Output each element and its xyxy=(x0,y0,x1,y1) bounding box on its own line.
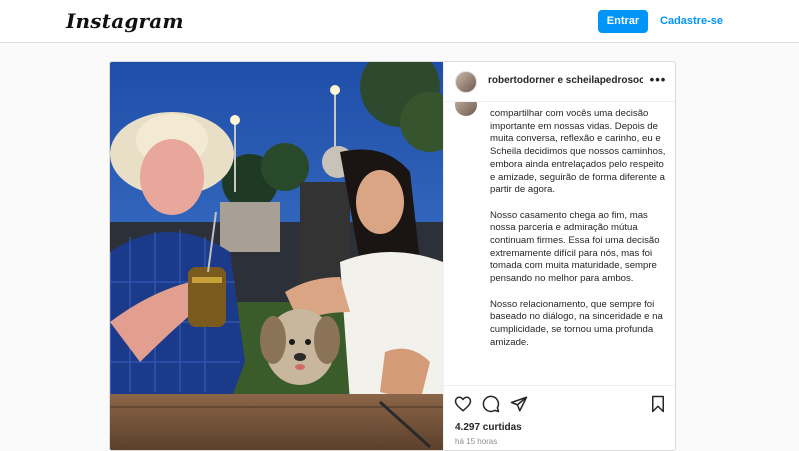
post-actions: 4.297 curtidas há 15 horas xyxy=(444,385,675,450)
caption-paragraph: Nosso casamento chega ao fim, mas nossa … xyxy=(490,209,660,285)
caption-scroll-area[interactable]: compartilhar com vocês uma decisão impor… xyxy=(444,102,675,385)
share-icon[interactable] xyxy=(510,395,528,413)
heart-icon[interactable] xyxy=(454,395,472,413)
post-card: robertodorner e scheilapedrosoc ••• comp… xyxy=(109,61,676,451)
signup-link[interactable]: Cadastre-se xyxy=(660,10,723,33)
top-navigation-bar: Instagram Entrar Cadastre-se xyxy=(0,0,799,43)
login-button[interactable]: Entrar xyxy=(598,10,648,33)
instagram-logo[interactable]: Instagram xyxy=(66,9,184,33)
post-username[interactable]: robertodorner e scheilapedrosoc xyxy=(488,75,643,86)
bookmark-icon[interactable] xyxy=(649,395,667,413)
post-photo[interactable] xyxy=(110,62,443,450)
post-header: robertodorner e scheilapedrosoc ••• xyxy=(444,62,675,102)
post-photo-image xyxy=(110,62,443,450)
caption-paragraph: compartilhar com vocês uma decisão impor… xyxy=(490,108,666,196)
comment-icon[interactable] xyxy=(482,395,500,413)
post-sidebar: robertodorner e scheilapedrosoc ••• comp… xyxy=(443,62,675,450)
likes-count[interactable]: 4.297 curtidas xyxy=(455,422,522,433)
caption-paragraph: Nosso relacionamento, que sempre foi bas… xyxy=(490,298,663,348)
author-avatar[interactable] xyxy=(455,71,477,93)
post-caption: compartilhar com vocês uma decisão impor… xyxy=(490,108,670,362)
more-horizontal-icon[interactable]: ••• xyxy=(649,73,667,90)
post-timestamp[interactable]: há 15 horas xyxy=(455,437,497,446)
caption-avatar[interactable] xyxy=(455,102,477,116)
